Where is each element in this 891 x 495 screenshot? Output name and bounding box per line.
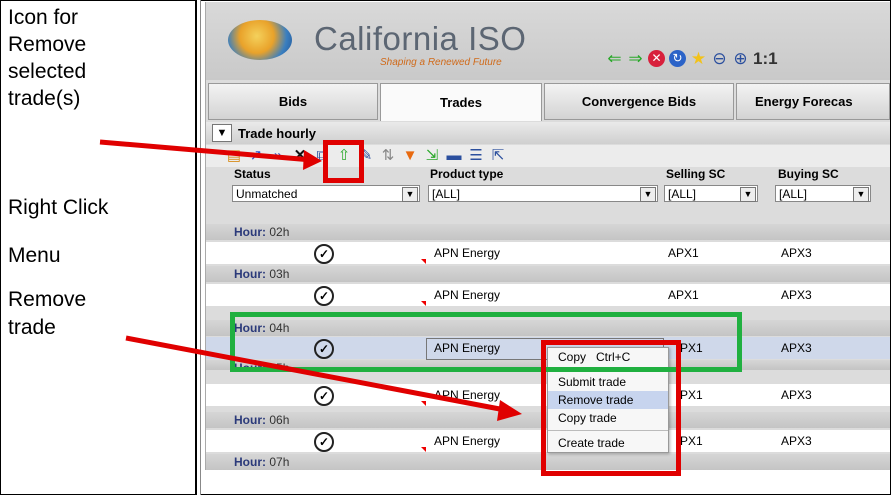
back-arrow-icon[interactable]: ⇐: [606, 50, 623, 67]
column-header-product-type[interactable]: Product type: [430, 167, 503, 181]
hour-group-row: Hour: 02h: [206, 224, 890, 240]
buying-cell: APX3: [781, 288, 812, 302]
status-filter-value: Unmatched: [236, 187, 298, 201]
tab-bids[interactable]: Bids: [208, 83, 378, 120]
annotation-icon-line-2: Remove: [8, 33, 87, 56]
annotation-remove: Remove: [8, 288, 87, 311]
checkmark-icon: ✓: [314, 286, 334, 306]
panel-title: Trade hourly: [238, 125, 317, 141]
submit-all-icon[interactable]: »: [268, 146, 288, 166]
chevron-down-icon[interactable]: ▼: [853, 187, 869, 202]
selling-cell: PX1: [680, 388, 703, 402]
buying-cell: APX3: [781, 388, 812, 402]
remove-icon[interactable]: ✕: [290, 146, 310, 166]
edit-marker-icon: [421, 447, 426, 452]
table-row[interactable]: ✓ APN Energy APX1 APX3: [206, 242, 890, 264]
checkmark-icon: ✓: [314, 386, 334, 406]
annotation-icon-line-1: Icon for: [8, 6, 79, 29]
column-header-status[interactable]: Status: [234, 167, 271, 181]
chevron-down-icon[interactable]: ▼: [640, 187, 656, 202]
edit-marker-icon: [421, 259, 426, 264]
submit-icon[interactable]: ↗: [246, 146, 266, 166]
tab-convergence-bids[interactable]: Convergence Bids: [544, 83, 734, 120]
refresh-icon[interactable]: ↻: [669, 50, 686, 67]
filter-row: Unmatched ▼ [ALL] ▼ [ALL] ▼ [ALL] ▼: [206, 185, 890, 205]
column-header-buying-sc[interactable]: Buying SC: [778, 167, 839, 181]
status-filter-select[interactable]: Unmatched ▼: [232, 185, 420, 202]
annotation-trade: trade: [8, 316, 56, 339]
selling-filter-select[interactable]: [ALL] ▼: [664, 185, 758, 202]
columns-icon[interactable]: ☰: [466, 146, 486, 166]
logo-subtitle: Shaping a Renewed Future: [380, 57, 502, 68]
favorite-star-icon[interactable]: ★: [690, 50, 707, 67]
nav-icon-group: ⇐ ⇒ ✕ ↻ ★ ⊖ ⊕ 1:1: [606, 50, 778, 67]
import-icon[interactable]: ▤: [224, 146, 244, 166]
selling-filter-value: [ALL]: [668, 187, 697, 201]
remove-icon-highlight-box: [323, 140, 364, 183]
table-row[interactable]: ✓ APN Energy APX1 APX3: [206, 284, 890, 306]
edit-marker-icon: [421, 301, 426, 306]
forward-arrow-icon[interactable]: ⇒: [627, 50, 644, 67]
sort-icon[interactable]: ⇅: [378, 146, 398, 166]
product-cell: APN Energy: [434, 434, 501, 448]
tab-bar: Bids Trades Convergence Bids Energy Fore…: [206, 83, 890, 121]
hour-group-row: Hour: 03h: [206, 266, 890, 282]
caiso-logo-icon: [228, 20, 292, 60]
checkmark-icon: ✓: [314, 432, 334, 452]
buying-cell: APX3: [781, 341, 812, 355]
logo-text: California ISO: [314, 20, 527, 57]
annotation-menu: Menu: [8, 244, 61, 267]
column-header-selling-sc[interactable]: Selling SC: [666, 167, 725, 181]
annotation-icon-line-3: selected: [8, 60, 87, 83]
buying-cell: APX3: [781, 434, 812, 448]
header-bar: California ISO Shaping a Renewed Future …: [206, 2, 890, 80]
checkmark-icon: ✓: [314, 244, 334, 264]
edit-marker-icon: [421, 401, 426, 406]
chevron-down-icon[interactable]: ▼: [402, 187, 418, 202]
zoom-out-icon[interactable]: ⊖: [711, 50, 728, 67]
product-cell: APN Energy: [434, 288, 501, 302]
tab-energy-forecast[interactable]: Energy Forecas: [736, 83, 890, 120]
chevron-down-icon[interactable]: ▼: [740, 187, 756, 202]
buying-filter-value: [ALL]: [779, 187, 808, 201]
product-filter-select[interactable]: [ALL] ▼: [428, 185, 658, 202]
annotation-icon-line-4: trade(s): [8, 87, 81, 110]
product-cell: APN Energy: [434, 388, 501, 402]
product-cell: APN Energy: [434, 246, 501, 260]
buying-cell: APX3: [781, 246, 812, 260]
selling-cell: APX1: [668, 246, 699, 260]
column-divider: [197, 0, 201, 495]
popout-icon[interactable]: ⇱: [488, 146, 508, 166]
buying-filter-select[interactable]: [ALL] ▼: [775, 185, 871, 202]
grid-toolbar: ▤ ↗ » ✕ ⧉ ⇧ ✎ ⇅ ▼ ⇲ ▬ ☰ ⇱: [206, 145, 890, 167]
filter-icon[interactable]: ▼: [400, 146, 420, 166]
tab-trades[interactable]: Trades: [380, 83, 542, 121]
stop-icon[interactable]: ✕: [648, 50, 665, 67]
zoom-in-icon[interactable]: ⊕: [732, 50, 749, 67]
panel-header: ▼ Trade hourly: [206, 122, 890, 144]
selling-cell: PX1: [680, 434, 703, 448]
zoom-level[interactable]: 1:1: [753, 50, 778, 67]
context-menu-highlight-box: [541, 340, 681, 476]
annotation-column: Icon for Remove selected trade(s) Right …: [0, 0, 197, 495]
export-icon[interactable]: ⇲: [422, 146, 442, 166]
product-filter-value: [ALL]: [432, 187, 461, 201]
print-icon[interactable]: ▬: [444, 146, 464, 166]
collapse-chevron-icon[interactable]: ▼: [212, 124, 232, 142]
selling-cell: APX1: [668, 288, 699, 302]
annotation-right-click: Right Click: [8, 196, 109, 219]
